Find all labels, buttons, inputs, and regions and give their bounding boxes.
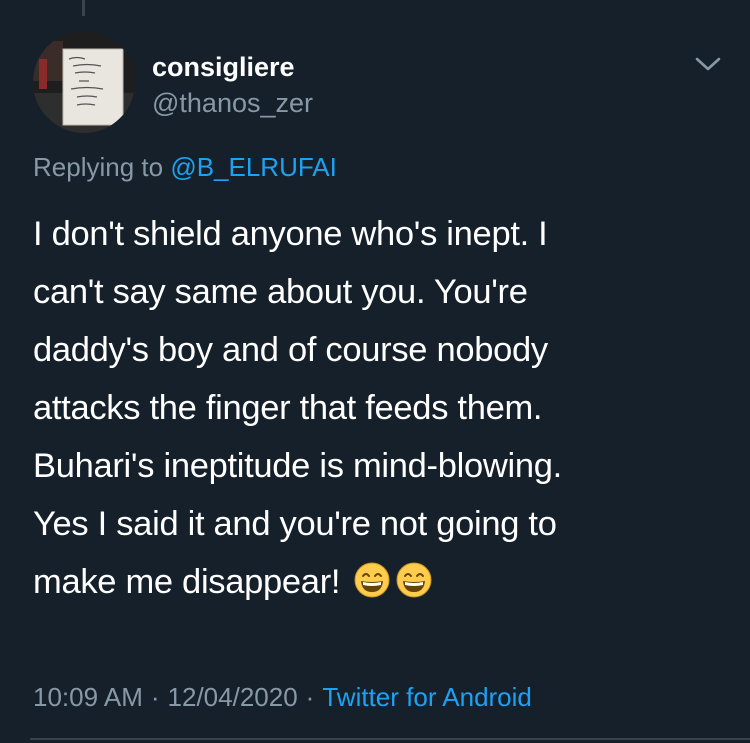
- display-name[interactable]: consigliere: [152, 52, 295, 83]
- tweet-text-line: Buhari's ineptitude is mind-blowing.: [33, 447, 562, 485]
- replying-to-label: Replying to: [33, 152, 164, 182]
- tweet-date[interactable]: 12/04/2020: [168, 682, 298, 712]
- avatar-image: [33, 31, 135, 133]
- tweet-text-line: attacks the finger that feeds them.: [33, 389, 543, 427]
- tweet-text-line: can't say same about you. You're: [33, 273, 528, 311]
- avatar[interactable]: [33, 31, 135, 133]
- tweet-metadata: 10:09 AM · 12/04/2020 · Twitter for Android: [33, 682, 532, 713]
- meta-separator: ·: [305, 682, 315, 712]
- divider: [30, 738, 750, 740]
- tweet-client-link[interactable]: Twitter for Android: [322, 682, 532, 712]
- chevron-down-icon[interactable]: [693, 52, 723, 76]
- tweet-body: I don't shield anyone who's inept. I can…: [33, 205, 733, 611]
- tweet-text-line: daddy's boy and of course nobody: [33, 331, 548, 369]
- meta-separator: ·: [150, 682, 160, 712]
- grinning-face-with-smiling-eyes-icon: [396, 562, 432, 598]
- thread-connector-line: [82, 0, 85, 16]
- replying-to-mention-link[interactable]: @B_ELRUFAI: [170, 152, 337, 182]
- tweet-text-line: Yes I said it and you're not going to: [33, 505, 557, 543]
- tweet-text-line: I don't shield anyone who's inept. I: [33, 215, 548, 253]
- grinning-face-with-smiling-eyes-icon: [354, 562, 390, 598]
- user-handle[interactable]: @thanos_zer: [152, 88, 313, 119]
- tweet-text-line: make me disappear!: [33, 563, 341, 601]
- replying-to-line: Replying to @B_ELRUFAI: [33, 152, 337, 183]
- tweet-time[interactable]: 10:09 AM: [33, 682, 143, 712]
- tweet-text-last-line: make me disappear!: [33, 553, 733, 611]
